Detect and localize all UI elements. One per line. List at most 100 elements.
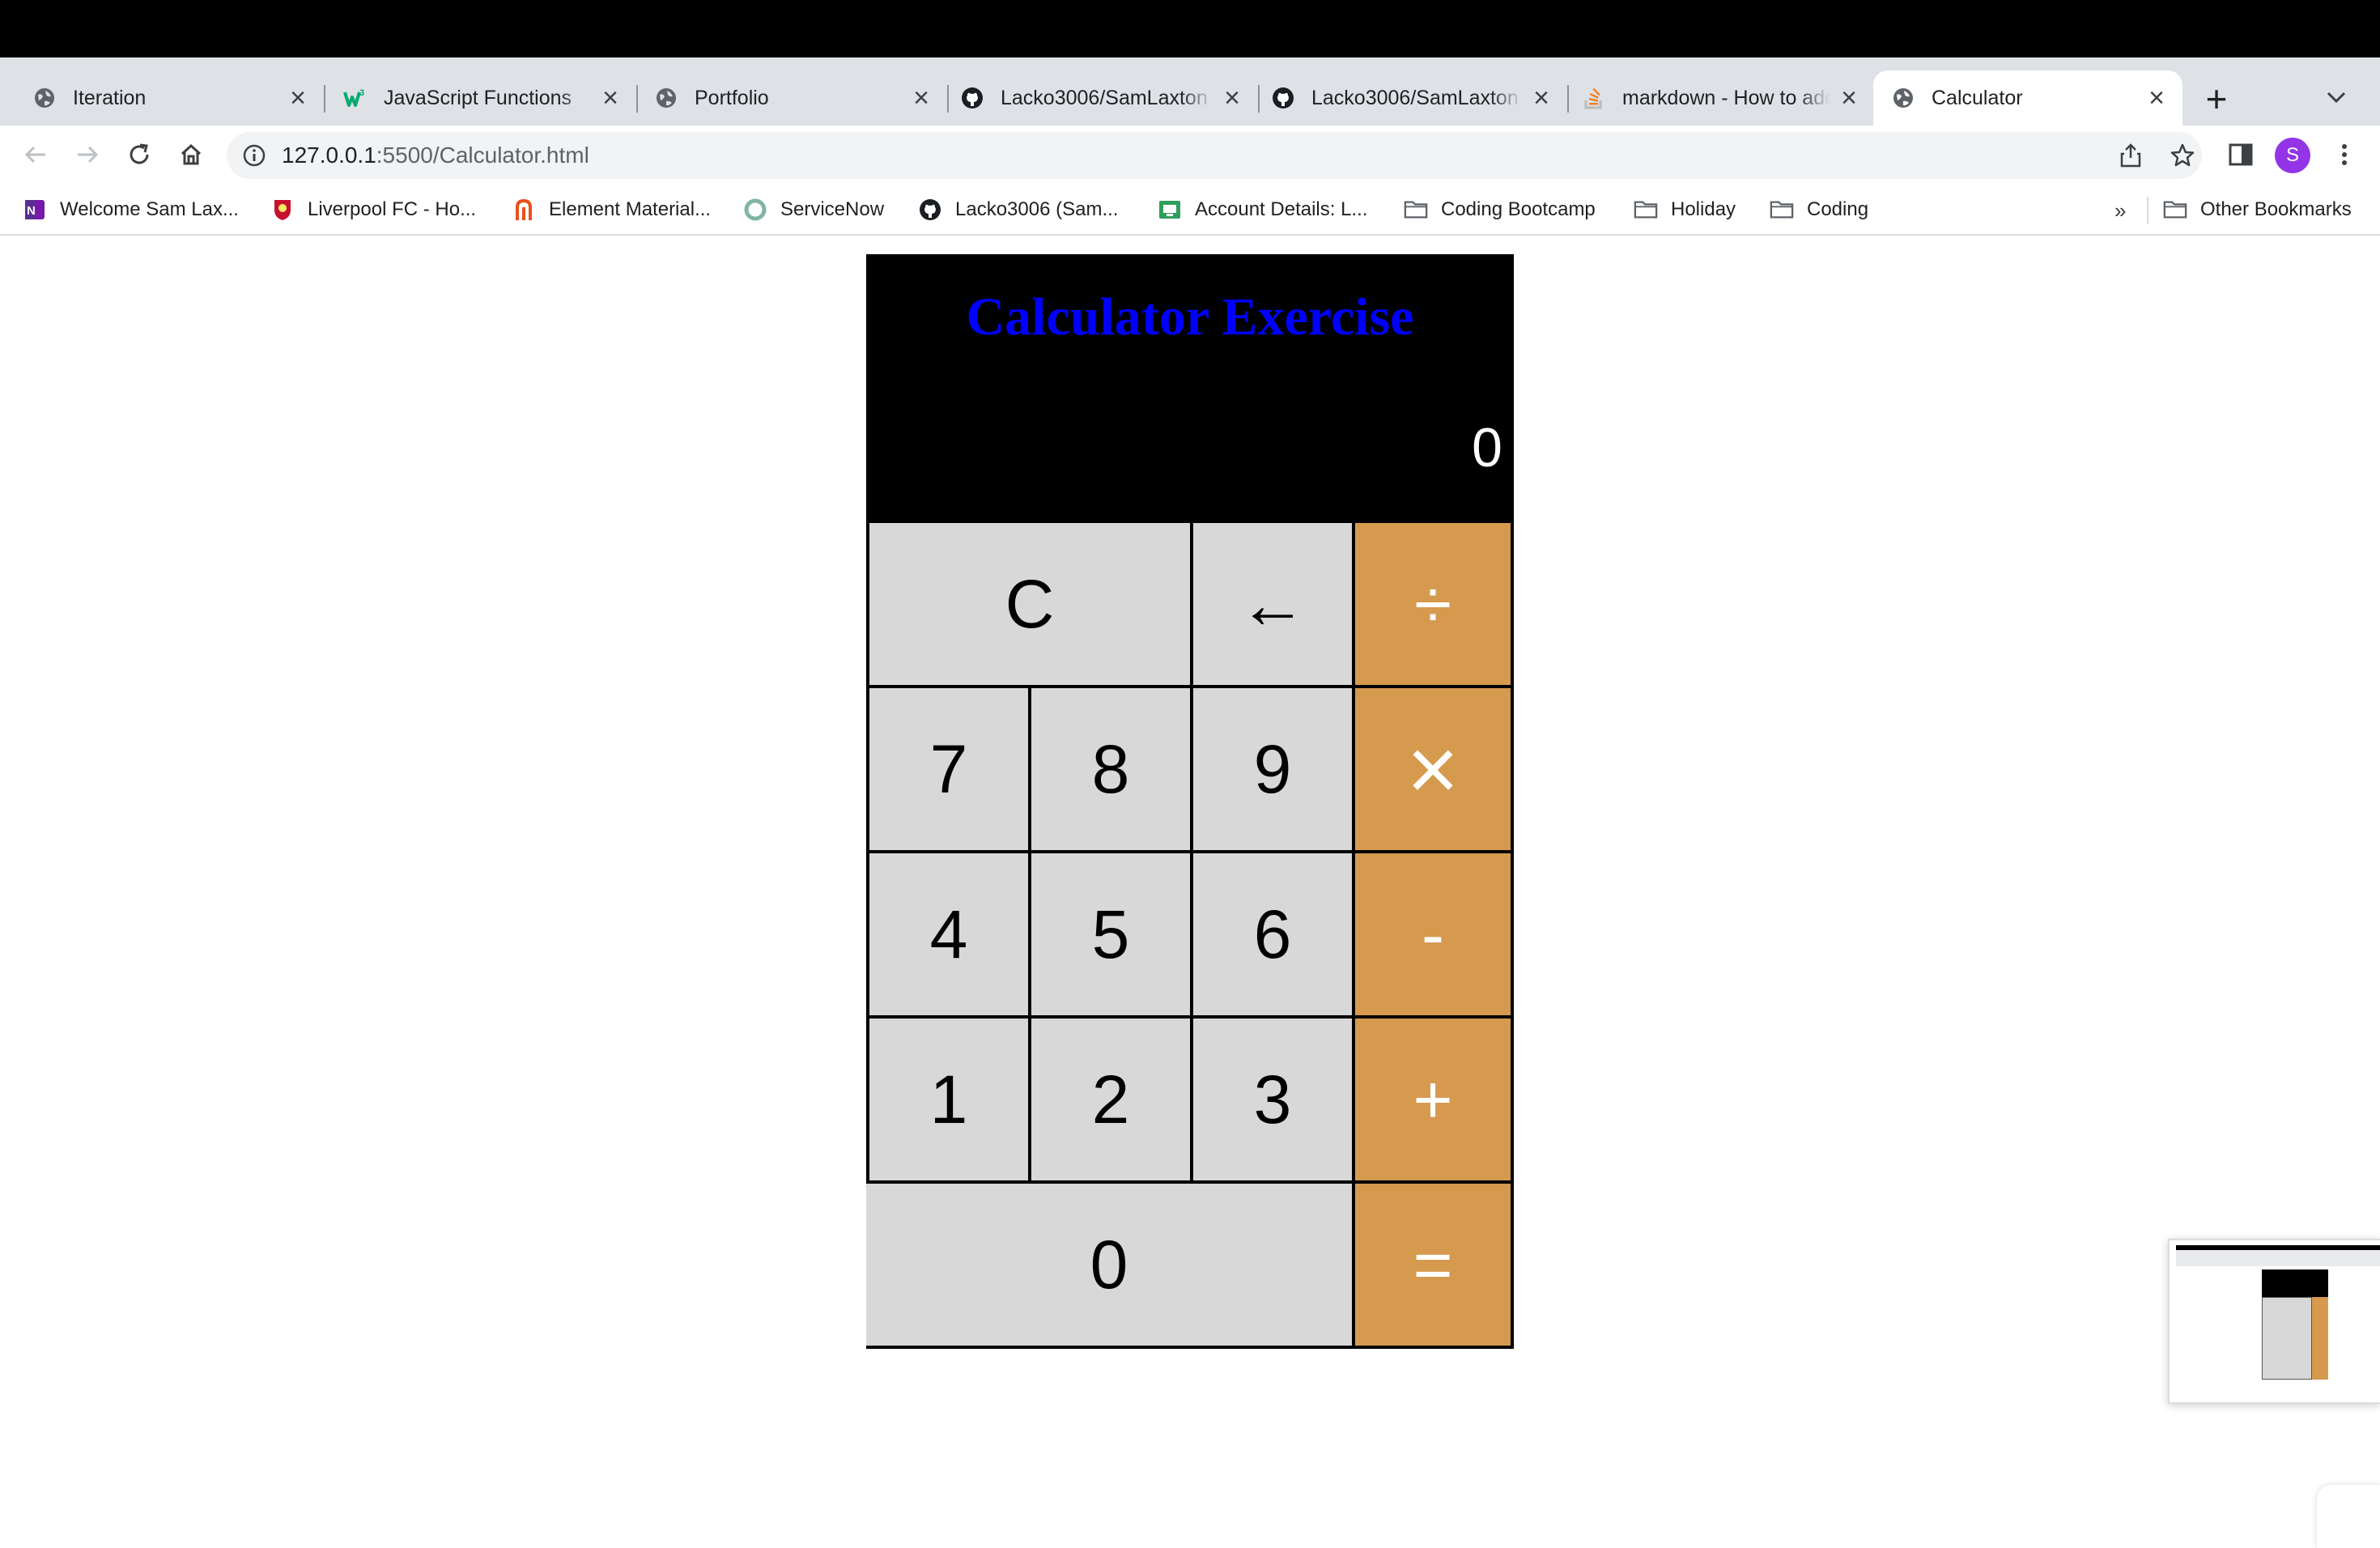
bookmark-label: Other Bookmarks — [2200, 198, 2352, 220]
bookmarks-overflow-button[interactable]: » — [2114, 198, 2126, 223]
share-icon[interactable] — [2114, 139, 2147, 172]
two-button[interactable]: 2 — [1028, 1015, 1193, 1184]
other-bookmarks[interactable]: Other Bookmarks — [2163, 195, 2352, 224]
site-info-icon[interactable] — [241, 142, 267, 168]
stackoverflow-icon — [1582, 86, 1606, 110]
svg-text:3: 3 — [359, 88, 364, 98]
os-menu-bar — [0, 0, 2380, 57]
url-text: 127.0.0.1:5500/Calculator.html — [282, 142, 589, 168]
tab-title: Lacko3006/SamLaxton — [1001, 86, 1208, 109]
calculator: Calculator Exercise 0 C ← ÷ 7 8 9 × 4 5 … — [866, 254, 1514, 1349]
globe-icon — [654, 86, 678, 110]
forward-arrow-icon[interactable] — [70, 137, 105, 172]
multiply-button[interactable]: × — [1352, 685, 1514, 853]
three-button[interactable]: 3 — [1190, 1015, 1355, 1184]
bookmark-label: Account Details: L... — [1195, 198, 1368, 220]
back-arrow-icon[interactable] — [18, 137, 53, 172]
thumbnail-calc-ops — [2312, 1297, 2328, 1380]
minus-button[interactable]: - — [1352, 850, 1514, 1019]
bookmark-label: Element Material... — [549, 198, 712, 220]
url-host: 127.0.0.1 — [282, 142, 376, 168]
new-tab-button[interactable]: + — [2195, 78, 2238, 120]
bookmark-label: Coding Bootcamp — [1441, 198, 1596, 220]
close-tab-icon[interactable]: × — [597, 83, 623, 113]
plus-button[interactable]: + — [1352, 1015, 1514, 1184]
reload-icon[interactable] — [121, 137, 157, 172]
nine-button[interactable]: 9 — [1190, 685, 1355, 853]
tab-strip: Iteration × 3 JavaScript Functions × Por… — [0, 57, 2380, 125]
more-menu-icon[interactable] — [2327, 137, 2362, 172]
bookmark-label: ServiceNow — [780, 198, 885, 220]
close-tab-icon[interactable]: × — [1528, 83, 1554, 113]
clear-button[interactable]: C — [866, 520, 1193, 688]
close-tab-icon[interactable]: × — [1836, 83, 1862, 113]
equals-button[interactable]: = — [1352, 1180, 1514, 1349]
tab-github-2[interactable]: Lacko3006/SamLaxton × — [1260, 70, 1569, 125]
tab-search-chevron-icon[interactable] — [2320, 81, 2352, 113]
servicenow-icon — [743, 198, 767, 222]
close-tab-icon[interactable]: × — [908, 83, 934, 113]
tab-title: Portfolio — [695, 86, 769, 109]
tab-title: Iteration — [73, 86, 147, 109]
bookmark-servicenow[interactable]: ServiceNow — [743, 195, 884, 224]
github-icon — [1271, 86, 1295, 110]
bookmark-github[interactable]: Lacko3006 (Sam... — [918, 195, 1118, 224]
liverpool-crest-icon — [270, 198, 295, 222]
calculator-header: Calculator Exercise 0 — [866, 254, 1514, 521]
url-path: :5500/Calculator.html — [376, 142, 589, 168]
divide-button[interactable]: ÷ — [1352, 520, 1514, 688]
svg-text:N: N — [27, 204, 36, 218]
thumbnail-calc-keys — [2262, 1297, 2312, 1380]
w3schools-icon: 3 — [343, 86, 368, 110]
zero-button[interactable]: 0 — [866, 1180, 1355, 1349]
page-corner-widget — [2317, 1485, 2380, 1548]
browser-toolbar: 127.0.0.1:5500/Calculator.html — [0, 125, 2380, 184]
backspace-button[interactable]: ← — [1190, 520, 1355, 688]
tab-javascript-functions[interactable]: 3 JavaScript Functions × — [325, 70, 638, 125]
one-button[interactable]: 1 — [866, 1015, 1031, 1184]
screenshot-thumbnail[interactable] — [2168, 1239, 2380, 1404]
tab-title: Calculator — [1932, 86, 2023, 109]
bookmark-account-details[interactable]: Account Details: L... — [1158, 195, 1367, 224]
home-icon[interactable] — [173, 137, 209, 172]
element-icon — [512, 198, 536, 222]
bookmark-welcome[interactable]: N Welcome Sam Lax... — [23, 195, 239, 224]
tab-github-1[interactable]: Lacko3006/SamLaxton × — [949, 70, 1260, 125]
four-button[interactable]: 4 — [866, 850, 1031, 1019]
bookmark-coding[interactable]: Coding — [1770, 195, 1868, 224]
bookmark-element[interactable]: Element Material... — [512, 195, 711, 224]
seven-button[interactable]: 7 — [866, 685, 1031, 853]
thumbnail-calc-header — [2262, 1269, 2328, 1297]
tab-iteration[interactable]: Iteration × — [0, 70, 325, 125]
profile-avatar[interactable]: S — [2275, 138, 2310, 173]
github-icon — [960, 86, 984, 110]
six-button[interactable]: 6 — [1190, 850, 1355, 1019]
address-bar[interactable]: 127.0.0.1:5500/Calculator.html — [227, 132, 2202, 179]
folder-icon — [2163, 198, 2187, 222]
onenote-icon: N — [23, 198, 47, 222]
five-button[interactable]: 5 — [1028, 850, 1193, 1019]
side-panel-icon[interactable] — [2223, 137, 2259, 172]
account-icon — [1158, 198, 1182, 222]
eight-button[interactable]: 8 — [1028, 685, 1193, 853]
close-tab-icon[interactable]: × — [285, 83, 311, 113]
bookmark-liverpool[interactable]: Liverpool FC - Ho... — [270, 195, 476, 224]
bookmark-star-icon[interactable] — [2166, 139, 2199, 172]
tab-title: JavaScript Functions — [384, 86, 572, 109]
globe-icon — [1891, 86, 1915, 110]
tab-title: markdown - How to add — [1622, 86, 1830, 109]
bookmark-label: Coding — [1807, 198, 1869, 220]
thumbnail-tabbar — [2176, 1250, 2380, 1266]
tab-stackoverflow[interactable]: markdown - How to add × — [1569, 70, 1875, 125]
folder-icon — [1770, 198, 1794, 222]
bookmark-holiday[interactable]: Holiday — [1634, 195, 1736, 224]
bookmark-coding-bootcamp[interactable]: Coding Bootcamp — [1404, 195, 1596, 224]
tab-calculator[interactable]: Calculator × — [1873, 70, 2182, 125]
tab-title: Lacko3006/SamLaxton — [1311, 86, 1519, 109]
close-tab-icon[interactable]: × — [1219, 83, 1245, 113]
tab-portfolio[interactable]: Portfolio × — [638, 70, 949, 125]
folder-icon — [1404, 198, 1428, 222]
calculator-title: Calculator Exercise — [966, 287, 1414, 347]
bookmarks-bar: N Welcome Sam Lax... Liverpool FC - Ho..… — [0, 184, 2380, 236]
close-tab-icon[interactable]: × — [2144, 83, 2170, 113]
